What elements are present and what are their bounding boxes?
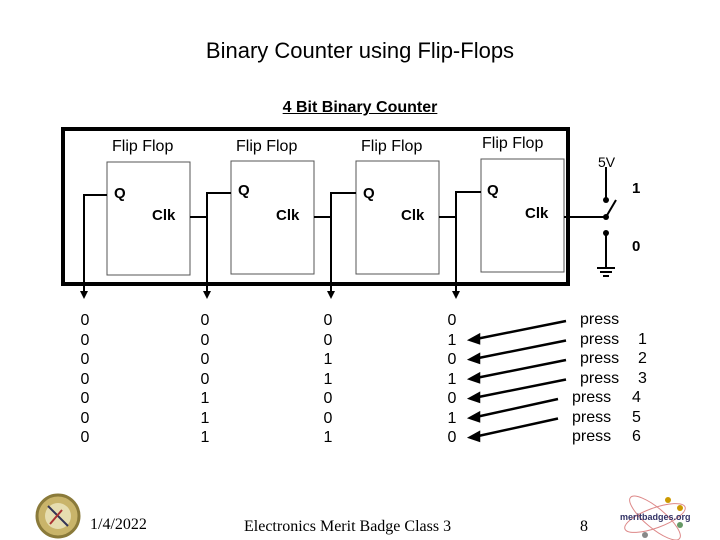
meritbadges-logo xyxy=(624,495,686,540)
logo-text: meritbadges.org xyxy=(620,512,691,522)
slide: Binary Counter using Flip-Flops 4 Bit Bi… xyxy=(0,0,720,540)
